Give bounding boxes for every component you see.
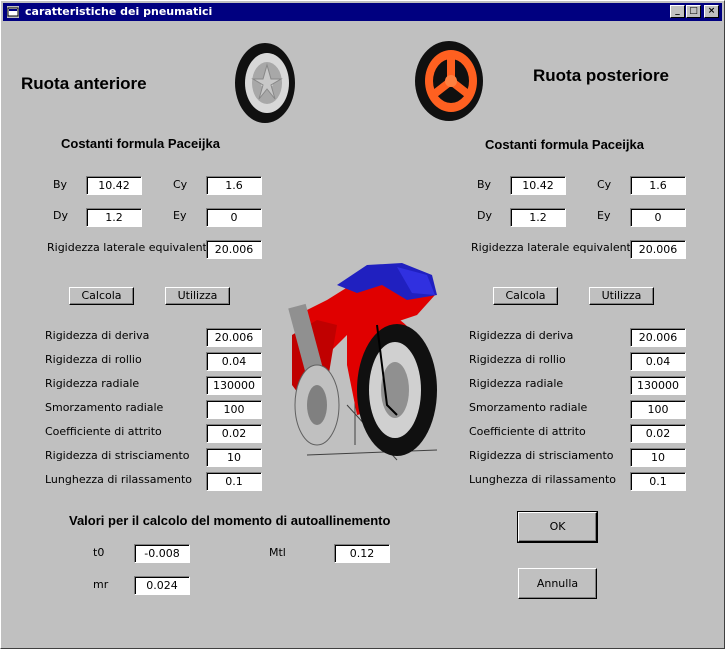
rear-cy-label: Cy xyxy=(597,178,612,191)
window-title: caratteristiche dei pneumatici xyxy=(25,5,213,18)
front-param-input[interactable]: 0.04 xyxy=(206,352,262,371)
rear-param-input[interactable]: 130000 xyxy=(630,376,686,395)
front-param-label: Lunghezza di rilassamento xyxy=(45,473,192,486)
front-param-label: Rigidezza di strisciamento xyxy=(45,449,190,462)
rear-param-input[interactable]: 100 xyxy=(630,400,686,419)
front-dy-input[interactable]: 1.2 xyxy=(86,208,142,227)
ok-button[interactable]: OK xyxy=(517,511,598,543)
front-rig-lat-input[interactable]: 20.006 xyxy=(206,240,262,259)
front-ey-input[interactable]: 0 xyxy=(206,208,262,227)
rear-ey-input[interactable]: 0 xyxy=(630,208,686,227)
front-param-input[interactable]: 10 xyxy=(206,448,262,467)
rear-utilizza-button[interactable]: Utilizza xyxy=(589,287,654,305)
rear-param-label: Smorzamento radiale xyxy=(469,401,588,414)
rear-param-input[interactable]: 0.02 xyxy=(630,424,686,443)
front-cy-label: Cy xyxy=(173,178,188,191)
front-param-input[interactable]: 0.1 xyxy=(206,472,262,491)
front-param-label: Rigidezza radiale xyxy=(45,377,140,390)
front-param-label: Rigidezza di deriva xyxy=(45,329,150,342)
rear-param-label: Lunghezza di rilassamento xyxy=(469,473,616,486)
mtl-label: Mtl xyxy=(269,546,286,559)
front-param-input[interactable]: 20.006 xyxy=(206,328,262,347)
rear-param-input[interactable]: 10 xyxy=(630,448,686,467)
close-button[interactable]: × xyxy=(704,5,719,18)
rear-calcola-button[interactable]: Calcola xyxy=(493,287,558,305)
front-wheel-title: Ruota anteriore xyxy=(21,74,147,93)
mr-input[interactable]: 0.024 xyxy=(134,576,190,595)
rear-rig-lat-input[interactable]: 20.006 xyxy=(630,240,686,259)
rear-param-input[interactable]: 0.1 xyxy=(630,472,686,491)
annulla-button[interactable]: Annulla xyxy=(518,568,597,599)
rear-dy-input[interactable]: 1.2 xyxy=(510,208,566,227)
rear-rig-lat-label: Rigidezza laterale equivalente xyxy=(471,241,638,254)
rear-pacejka-heading: Costanti formula Paceijka xyxy=(485,137,644,152)
front-param-label: Rigidezza di rollio xyxy=(45,353,142,366)
maximize-button[interactable]: □ xyxy=(686,5,701,18)
front-param-label: Coefficiente di attrito xyxy=(45,425,162,438)
front-rig-lat-label: Rigidezza laterale equivalente xyxy=(47,241,214,254)
rear-cy-input[interactable]: 1.6 xyxy=(630,176,686,195)
front-by-label: By xyxy=(53,178,68,191)
front-param-input[interactable]: 130000 xyxy=(206,376,262,395)
front-param-input[interactable]: 0.02 xyxy=(206,424,262,443)
rear-dy-label: Dy xyxy=(477,209,492,222)
autoall-heading: Valori per il calcolo del momento di aut… xyxy=(69,513,391,528)
dialog-window: caratteristiche dei pneumatici _ □ × Ruo… xyxy=(0,0,725,649)
rear-param-label: Rigidezza di deriva xyxy=(469,329,574,342)
rear-ey-label: Ey xyxy=(597,209,611,222)
front-cy-input[interactable]: 1.6 xyxy=(206,176,262,195)
rear-by-input[interactable]: 10.42 xyxy=(510,176,566,195)
front-ey-label: Ey xyxy=(173,209,187,222)
rear-by-label: By xyxy=(477,178,492,191)
mr-label: mr xyxy=(93,578,109,591)
front-param-label: Smorzamento radiale xyxy=(45,401,164,414)
rear-param-label: Rigidezza di rollio xyxy=(469,353,566,366)
mtl-input[interactable]: 0.12 xyxy=(334,544,390,563)
rear-param-label: Rigidezza radiale xyxy=(469,377,564,390)
t0-input[interactable]: -0.008 xyxy=(134,544,190,563)
rear-param-input[interactable]: 20.006 xyxy=(630,328,686,347)
rear-param-input[interactable]: 0.04 xyxy=(630,352,686,371)
app-icon xyxy=(7,6,19,18)
rear-param-label: Rigidezza di strisciamento xyxy=(469,449,614,462)
t0-label: t0 xyxy=(93,546,105,559)
rear-wheel-title: Ruota posteriore xyxy=(533,66,670,85)
front-param-input[interactable]: 100 xyxy=(206,400,262,419)
front-pacejka-heading: Costanti formula Paceijka xyxy=(61,136,220,151)
minimize-button[interactable]: _ xyxy=(670,5,685,18)
motorcycle-image xyxy=(288,263,438,461)
rear-wheel-icon xyxy=(415,41,483,121)
title-bar[interactable]: caratteristiche dei pneumatici _ □ × xyxy=(3,3,722,21)
front-by-input[interactable]: 10.42 xyxy=(86,176,142,195)
front-calcola-button[interactable]: Calcola xyxy=(69,287,134,305)
front-utilizza-button[interactable]: Utilizza xyxy=(165,287,230,305)
rear-param-label: Coefficiente di attrito xyxy=(469,425,586,438)
front-dy-label: Dy xyxy=(53,209,68,222)
front-wheel-icon xyxy=(235,43,295,123)
